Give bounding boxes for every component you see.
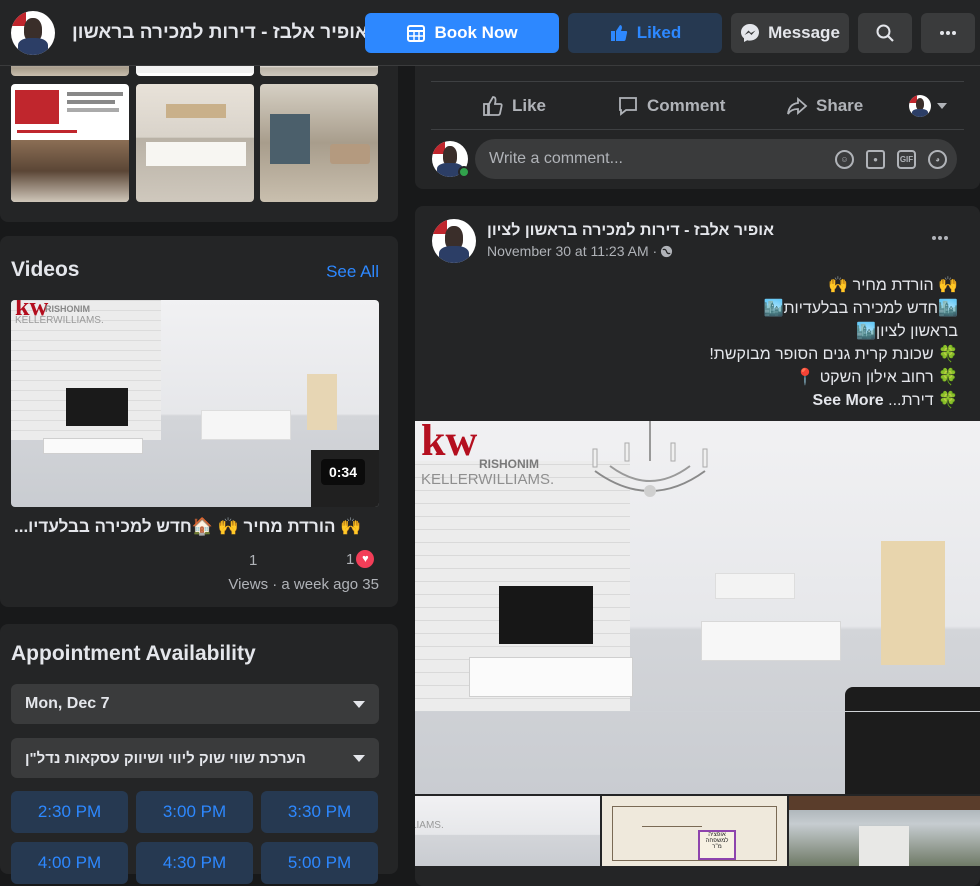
comment-action-button[interactable]: Comment: [617, 95, 725, 117]
time-slot-button[interactable]: 4:00 PM: [11, 842, 128, 884]
post-thumbnail-image[interactable]: [789, 796, 980, 866]
service-select[interactable]: הערכת שווי שוק ליווי ושיווק עסקאות נדל"ן: [11, 738, 379, 778]
love-reaction-icon: ♥: [356, 550, 375, 568]
post-thumbnail-image[interactable]: KELLERWILLIAMS.: [415, 796, 600, 866]
rishonim-text: RISHONIM: [479, 457, 539, 471]
share-icon: [787, 97, 808, 115]
floorplan-note: אופציה למשפחה מ"ר: [698, 830, 736, 860]
video-meta: Views · a week ago 35: [228, 576, 379, 593]
chandelier-graphic: [592, 421, 708, 497]
dropdown-caret-icon: [353, 700, 365, 708]
time-slot-button[interactable]: 5:00 PM: [261, 842, 378, 884]
footer-divider: [431, 129, 964, 130]
kellerwilliams-text: KELLERWILLIAMS.: [415, 820, 444, 831]
liked-button[interactable]: Liked: [568, 13, 722, 53]
video-thumbnail[interactable]: kw RISHONIM KELLERWILLIAMS. 0:34: [11, 300, 379, 507]
page-avatar[interactable]: [11, 11, 55, 55]
appointment-heading: Appointment Availability: [11, 642, 256, 665]
post-text-line: 🏙️חדש למכירה בבלעדיות🏙️: [763, 300, 958, 317]
comment-icon: [619, 97, 637, 116]
like-action-button[interactable]: Like: [482, 95, 546, 117]
time-slot-button[interactable]: 3:30 PM: [261, 791, 378, 833]
post-text-line-last: 🍀 דירת... See More: [813, 390, 958, 410]
see-all-videos-link[interactable]: See All: [326, 262, 379, 282]
dropdown-caret-icon: [353, 754, 365, 762]
emoji-icon[interactable]: ☺: [835, 150, 854, 169]
footer-divider: [431, 81, 964, 82]
online-status-dot: [458, 166, 470, 178]
search-button[interactable]: [858, 13, 912, 53]
date-select-value: Mon, Dec 7: [25, 695, 110, 712]
share-action-button[interactable]: Share: [786, 95, 863, 117]
comment-input[interactable]: Write a comment... ☺ ● GIF ◕: [475, 139, 957, 179]
message-button[interactable]: Message: [731, 13, 849, 53]
time-slot-button[interactable]: 4:30 PM: [136, 842, 253, 884]
gif-icon[interactable]: GIF: [897, 150, 916, 169]
post-text-truncated: 🍀 דירת...: [888, 392, 958, 409]
appointment-card: Appointment Availability Mon, Dec 7 הערכ…: [0, 624, 398, 884]
see-more-link[interactable]: See More: [813, 392, 884, 409]
post-author-avatar[interactable]: [432, 219, 476, 263]
photo-thumbnail[interactable]: [11, 84, 129, 202]
post-text-line: בראשון לציון🏙️: [856, 323, 958, 340]
time-slot-button[interactable]: 2:30 PM: [11, 791, 128, 833]
thumbs-up-outline-icon: [483, 96, 503, 116]
post-text-line: 🍀 שכונת קרית גנים הסופר מבוקשת!: [709, 346, 958, 363]
post-text-line: 🙌 הורדת מחיר 🙌: [828, 277, 958, 294]
chevron-down-icon: [937, 103, 947, 109]
more-dots-icon: [932, 236, 948, 240]
post-main-image[interactable]: kw RISHONIM KELLERWILLIAMS.: [415, 421, 980, 794]
kw-logo-text: kw: [421, 421, 478, 465]
date-select[interactable]: Mon, Dec 7: [11, 684, 379, 724]
liked-label: Liked: [636, 23, 682, 42]
thumbs-up-icon: [610, 25, 627, 41]
post-options-button[interactable]: [930, 228, 950, 253]
sticker-icon[interactable]: ◕: [928, 150, 947, 169]
book-now-button[interactable]: Book Now: [365, 13, 559, 53]
like-action-label: Like: [512, 96, 547, 115]
book-now-label: Book Now: [434, 23, 518, 42]
post-thumbnail-image[interactable]: אופציה למשפחה מ"ר: [602, 796, 787, 866]
globe-icon: [661, 245, 673, 257]
photo-thumbnail[interactable]: [260, 84, 378, 202]
post-timestamp-text: November 30 at 11:23 AM ·: [487, 243, 658, 259]
video-duration-badge: 0:34: [320, 459, 365, 485]
rishonim-text: RISHONIM: [45, 304, 90, 314]
videos-card: Videos See All kw RISHONIM KELLERWILLIAM…: [0, 236, 398, 607]
post-card: אופיר אלבז - דירות למכירה בראשון לציון N…: [415, 206, 980, 886]
reaction-count-value: 1: [346, 550, 355, 568]
comment-action-label: Comment: [647, 96, 726, 115]
page-header-bar: אופיר אלבז - דירות למכירה בראשון... Book…: [0, 0, 980, 66]
kellerwilliams-text: KELLERWILLIAMS.: [421, 471, 555, 488]
calendar-icon: [407, 25, 426, 42]
more-dots-icon: [940, 31, 956, 35]
kellerwilliams-text: KELLERWILLIAMS.: [15, 315, 104, 326]
search-icon: [876, 24, 894, 42]
service-select-value: הערכת שווי שוק ליווי ושיווק עסקאות נדל"ן: [25, 749, 306, 767]
more-options-button[interactable]: [921, 13, 975, 53]
video-title[interactable]: 🙌 הורדת מחיר 🙌 🏠חדש למכירה בבלעדיו...: [14, 517, 379, 537]
mini-avatar: [909, 95, 931, 117]
page-title[interactable]: אופיר אלבז - דירות למכירה בראשון...: [72, 22, 384, 44]
post-timestamp[interactable]: November 30 at 11:23 AM ·: [487, 243, 673, 259]
photo-thumbnail[interactable]: [136, 84, 254, 202]
time-slot-button[interactable]: 3:00 PM: [136, 791, 253, 833]
share-action-label: Share: [816, 96, 864, 115]
audience-selector[interactable]: [909, 95, 947, 117]
post-author-name[interactable]: אופיר אלבז - דירות למכירה בראשון לציון: [487, 222, 774, 240]
messenger-icon: [741, 24, 760, 42]
comment-placeholder: Write a comment...: [489, 150, 623, 167]
videos-heading: Videos: [11, 258, 80, 281]
post-text-line: 🍀 רחוב אילון השקט 📍: [795, 369, 958, 386]
comment-count: 1: [249, 552, 258, 569]
left-column: Videos See All kw RISHONIM KELLERWILLIAM…: [0, 0, 398, 884]
reaction-count: 1 ♥: [346, 550, 375, 568]
camera-icon[interactable]: ●: [866, 150, 885, 169]
message-label: Message: [768, 23, 840, 42]
